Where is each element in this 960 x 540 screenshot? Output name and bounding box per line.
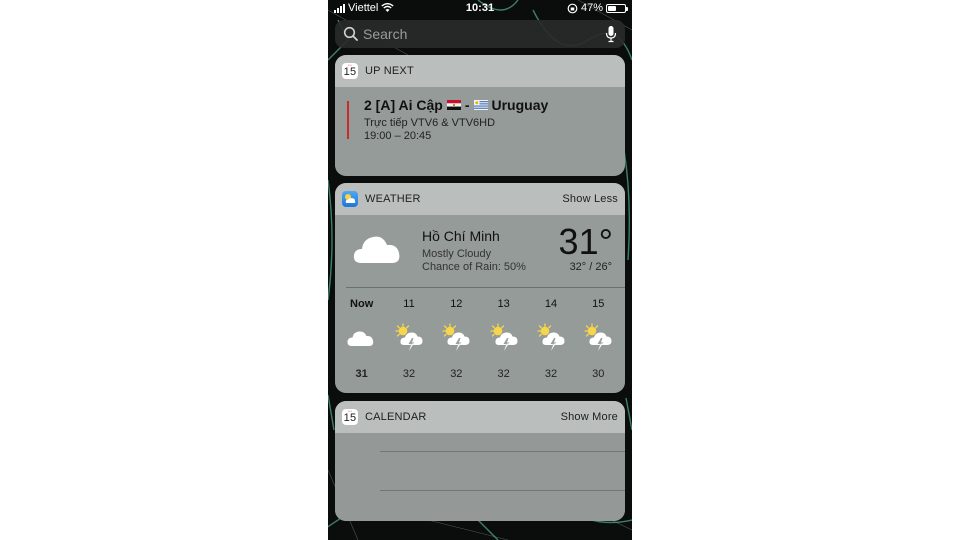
sun-thunderstorm-icon [439,322,473,354]
event-separator: - [464,97,470,113]
hour-label: 15 [592,298,605,310]
calendar-app-icon: ••• 15 [342,63,358,79]
orientation-lock-icon [567,3,578,13]
hour-label: 12 [450,298,463,310]
calendar-title: CALENDAR [365,411,427,423]
battery-icon [606,3,628,13]
hourly-item: 15 30 [575,288,622,393]
hour-temperature: 32 [544,368,558,380]
search-input[interactable]: Search [363,26,605,42]
hour-line [380,451,625,452]
weather-header: WEATHER Show Less [335,183,625,215]
hour-line [380,490,625,491]
weather-condition: Mostly Cloudy [422,248,492,260]
hourly-item: 13 32 [480,288,527,393]
cloud-icon [345,322,379,354]
event-title: 2 [A] Ai Cập - Uruguay [364,97,625,113]
weather-title: WEATHER [365,193,421,205]
battery-percent: 47% [580,2,603,14]
hour-temperature: 32 [402,368,416,380]
phone-screen: Viettel 10:31 47% Search ••• 15 UP NEXT … [328,0,632,540]
calendar-app-icon: ••• 15 [342,409,358,425]
egypt-flag-icon [446,100,461,110]
city-name: Hồ Chí Minh [422,228,500,244]
calendar-widget[interactable]: ••• 15 CALENDAR Show More [335,401,625,521]
hourly-item: Now 31 [338,288,385,393]
hourly-item: 14 32 [527,288,574,393]
weather-app-icon [342,191,358,207]
hour-temperature: 30 [592,368,605,380]
up-next-widget[interactable]: ••• 15 UP NEXT 2 [A] Ai Cập - Uruguay Tr… [335,55,625,176]
sun-thunderstorm-icon [534,322,568,354]
show-more-button[interactable]: Show More [561,411,618,423]
search-icon [343,26,358,41]
battery-level [608,5,616,11]
event-title-prefix: 2 [A] Ai Cập [364,97,443,113]
hourly-item: 12 32 [433,288,480,393]
event-title-suffix: Uruguay [491,97,549,113]
sun-thunderstorm-icon [487,322,521,354]
weather-widget[interactable]: WEATHER Show Less Hồ Chí Minh Mostly Clo… [335,183,625,393]
up-next-header: ••• 15 UP NEXT [335,55,625,87]
weather-body: Hồ Chí Minh Mostly Cloudy Chance of Rain… [335,215,625,393]
chance-of-rain: Chance of Rain: 50% [422,261,526,273]
hour-label: Now [350,298,374,310]
cloud-icon [353,236,400,263]
uruguay-flag-icon [473,100,488,110]
up-next-title: UP NEXT [365,65,414,77]
show-less-button[interactable]: Show Less [562,193,618,205]
current-weather: Hồ Chí Minh Mostly Cloudy Chance of Rain… [335,215,625,287]
hour-label: 13 [497,298,510,310]
calendar-body [335,433,625,521]
hour-temperature: 31 [355,368,368,380]
calendar-header: ••• 15 CALENDAR Show More [335,401,625,433]
microphone-icon[interactable] [605,25,617,43]
high-low-temperature: 32° / 26° [569,261,612,273]
hourly-forecast: Now 31 11 32 12 32 13 32 14 32 15 30 [335,288,625,393]
hour-label: 14 [544,298,558,310]
event-subtitle: Trực tiếp VTV6 & VTV6HD [364,117,496,129]
sun-thunderstorm-icon [581,322,615,354]
status-bar: Viettel 10:31 47% [328,0,632,16]
sun-thunderstorm-icon [392,322,426,354]
event-time: 19:00 – 20:45 [364,130,432,142]
current-temperature: 31° [558,221,613,262]
hour-temperature: 32 [450,368,463,380]
event-color-bar [347,101,349,139]
event-item[interactable]: 2 [A] Ai Cập - Uruguay Trực tiếp VTV6 & … [335,87,625,176]
hourly-item: 11 32 [385,288,432,393]
search-bar[interactable]: Search [335,20,625,48]
hour-temperature: 32 [497,368,510,380]
hour-label: 11 [403,298,415,310]
